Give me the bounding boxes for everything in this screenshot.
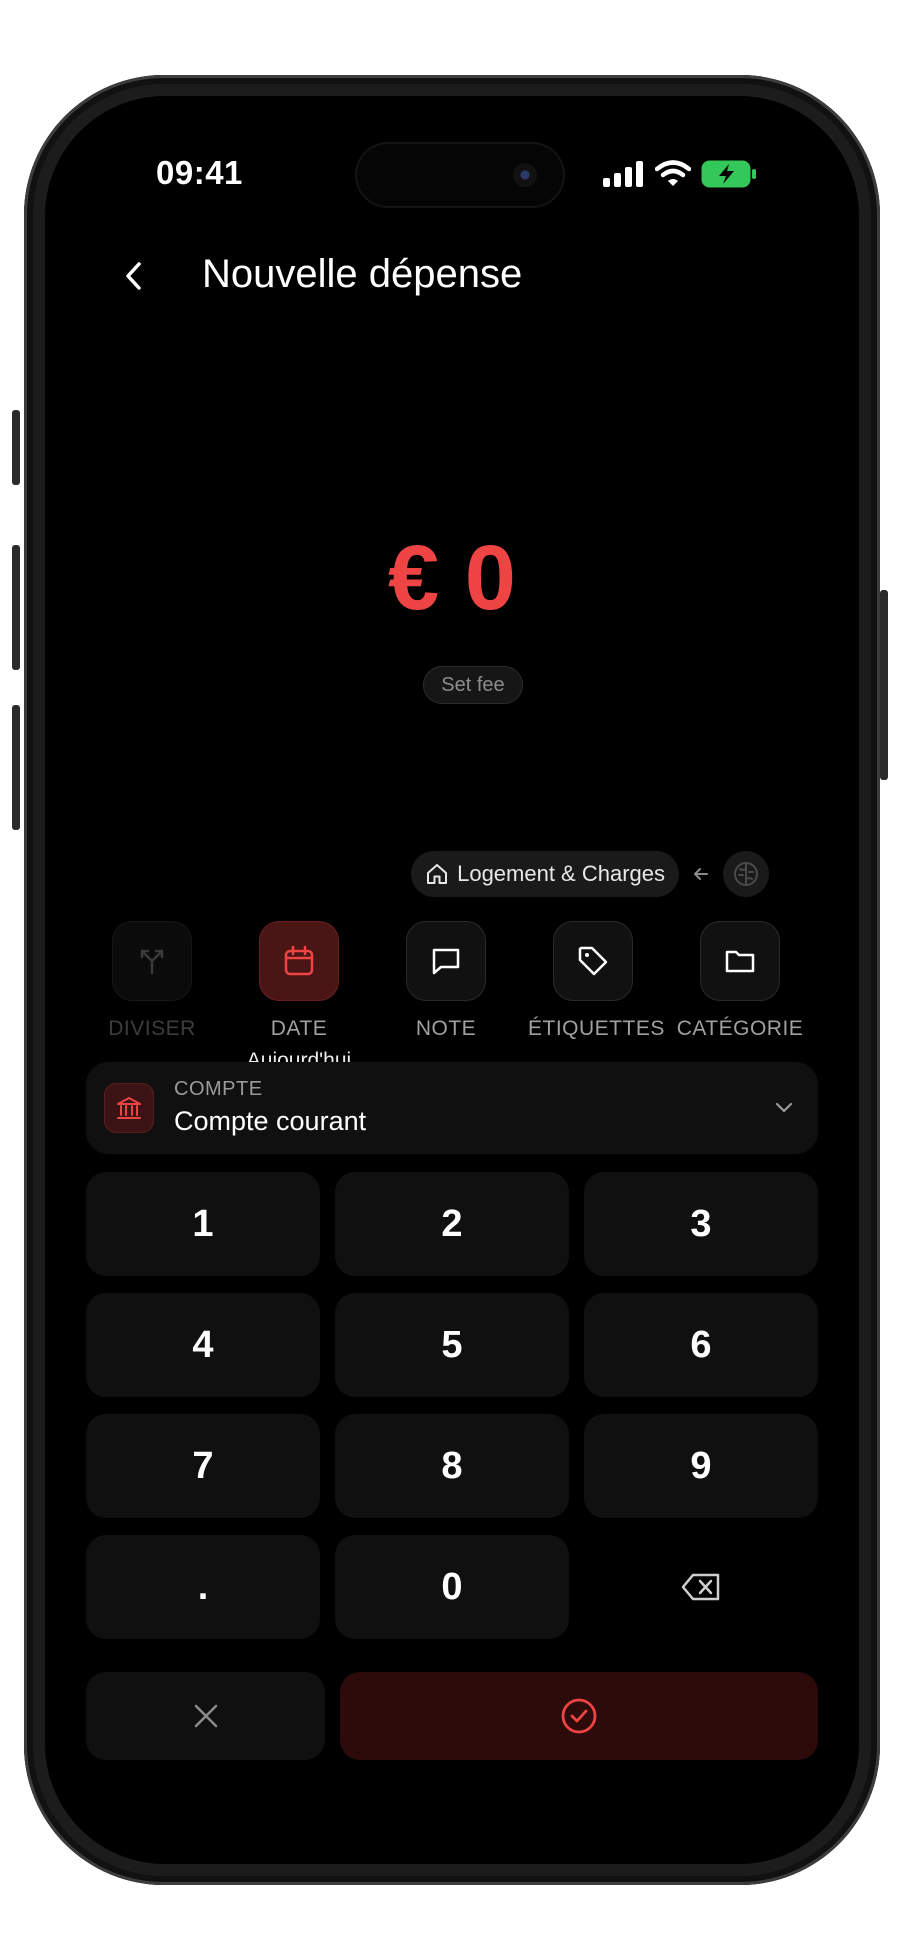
arrow-left-icon [694, 868, 708, 880]
calendar-icon [284, 945, 314, 976]
check-circle-icon [561, 1698, 597, 1734]
key-7[interactable]: 7 [86, 1414, 320, 1518]
key-1[interactable]: 1 [86, 1172, 320, 1276]
split-arrows-icon [140, 949, 164, 975]
set-fee-button[interactable]: Set fee [423, 666, 523, 704]
account-key: COMPTE [174, 1078, 263, 1100]
category-tile [700, 921, 780, 1001]
phone-side-button-volume-down [12, 705, 20, 830]
key-2[interactable]: 2 [335, 1172, 569, 1276]
amount-display: € 0 [388, 527, 516, 629]
ai-suggest-button[interactable] [723, 851, 769, 897]
battery-charging-icon [701, 160, 756, 188]
key-6[interactable]: 6 [584, 1293, 818, 1397]
bank-icon [117, 1097, 141, 1119]
close-icon [194, 1704, 217, 1728]
backspace-icon [681, 1573, 720, 1601]
back-button[interactable] [109, 252, 157, 300]
camera-icon [513, 163, 537, 187]
date-action[interactable]: DATE Aujourd'hui [234, 921, 364, 1073]
key-decimal[interactable]: . [86, 1535, 320, 1639]
key-5[interactable]: 5 [335, 1293, 569, 1397]
wifi-icon [655, 160, 691, 186]
tags-label: ÉTIQUETTES [528, 1017, 665, 1040]
note-tile [406, 921, 486, 1001]
phone-side-button-power [880, 590, 888, 780]
category-action[interactable]: CATÉGORIE [675, 921, 805, 1041]
chevron-down-icon [775, 1102, 793, 1113]
account-selector[interactable]: COMPTE Compte courant [86, 1062, 818, 1154]
action-row: DIVISER DATE Aujourd'hui NOTE ÉTIQUETTES… [87, 921, 817, 1072]
category-chip[interactable]: Logement & Charges [411, 851, 679, 897]
phone-screen: 09:41 Nouvelle dépense € 0 Set fee Logem… [45, 96, 859, 1864]
phone-side-button-action [12, 410, 20, 485]
signal-icon [603, 161, 643, 187]
brain-icon [734, 862, 758, 886]
tag-icon [578, 946, 608, 976]
account-icon-tile [104, 1083, 154, 1133]
account-dropdown[interactable] [770, 1094, 798, 1122]
key-3[interactable]: 3 [584, 1172, 818, 1276]
key-8[interactable]: 8 [335, 1414, 569, 1518]
key-9[interactable]: 9 [584, 1414, 818, 1518]
note-label: NOTE [415, 1017, 477, 1040]
confirm-button[interactable] [340, 1672, 818, 1760]
phone-frame: 09:41 Nouvelle dépense € 0 Set fee Logem… [24, 75, 880, 1885]
date-tile [259, 921, 339, 1001]
tags-action[interactable]: ÉTIQUETTES [528, 921, 665, 1041]
category-suggestion: Logement & Charges [411, 850, 769, 898]
header: Nouvelle dépense [45, 246, 859, 306]
folder-icon [725, 950, 755, 973]
chevron-left-icon [126, 262, 141, 290]
account-value: Compte courant [174, 1106, 367, 1136]
key-0[interactable]: 0 [335, 1535, 569, 1639]
bottom-actions [86, 1672, 818, 1760]
cancel-button[interactable] [86, 1672, 325, 1760]
status-time: 09:41 [156, 154, 243, 191]
note-action[interactable]: NOTE [381, 921, 511, 1041]
split-label: DIVISER [108, 1017, 196, 1040]
phone-side-button-volume-up [12, 545, 20, 670]
key-4[interactable]: 4 [86, 1293, 320, 1397]
tags-tile [553, 921, 633, 1001]
page-title: Nouvelle dépense [202, 252, 523, 296]
message-square-icon [432, 948, 460, 975]
home-icon [427, 864, 448, 884]
dynamic-island [357, 144, 563, 206]
status-icons [603, 156, 757, 192]
category-label: CATÉGORIE [676, 1017, 804, 1040]
category-chip-label: Logement & Charges [457, 861, 665, 886]
date-label: DATE [270, 1017, 328, 1040]
backspace-button[interactable] [584, 1535, 818, 1639]
split-tile [112, 921, 192, 1001]
split-action[interactable]: DIVISER [87, 921, 217, 1041]
